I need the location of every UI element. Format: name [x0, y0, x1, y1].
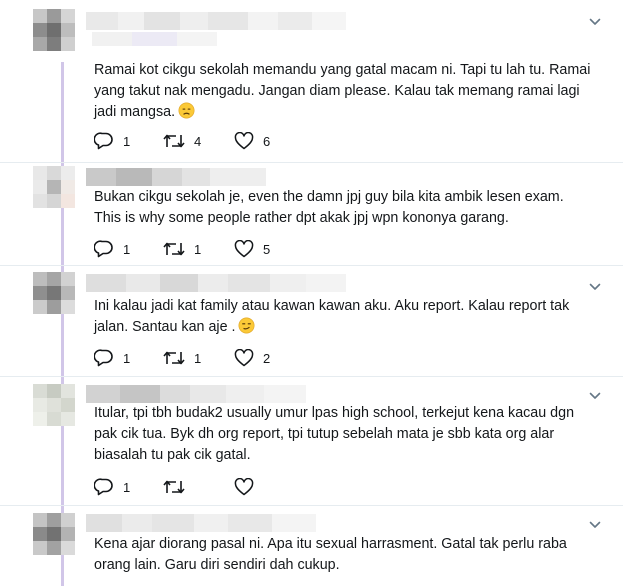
- reply-count: 1: [123, 133, 131, 149]
- reply-icon: [94, 349, 113, 367]
- tweet-actions: 1 1 5: [94, 238, 303, 260]
- author-name-blurred[interactable]: [86, 385, 306, 403]
- chevron-down-icon[interactable]: [589, 519, 601, 531]
- chevron-down-icon[interactable]: [589, 281, 601, 293]
- chevron-down-icon[interactable]: [589, 390, 601, 402]
- retweet-button[interactable]: 1: [163, 240, 204, 258]
- disappointed-face-emoji: [178, 102, 195, 119]
- tweet-text: Bukan cikgu sekolah je, even the damn jp…: [94, 187, 594, 229]
- reply-button[interactable]: 1: [94, 132, 133, 150]
- retweet-button[interactable]: 1: [163, 349, 204, 367]
- tweet-text: Ini kalau jadi kat family atau kawan kaw…: [94, 296, 594, 338]
- tweet-reply-2[interactable]: Bukan cikgu sekolah je, even the damn jp…: [0, 163, 623, 265]
- retweet-icon: [163, 351, 185, 365]
- tweet-actions: 1 4 6: [94, 130, 303, 152]
- tweet-text-content: Itular, tpi tbh budak2 usually umur lpas…: [94, 405, 575, 463]
- like-button[interactable]: 2: [234, 349, 273, 367]
- heart-icon: [234, 240, 254, 258]
- tweet-reply-1[interactable]: Ramai kot cikgu sekolah memandu yang gat…: [0, 0, 623, 162]
- reply-count: 1: [123, 241, 131, 257]
- reply-button[interactable]: 1: [94, 349, 133, 367]
- retweet-count: 4: [194, 133, 202, 149]
- reply-button[interactable]: 1: [94, 478, 133, 496]
- retweet-count: 1: [194, 350, 202, 366]
- tweet-text: Ramai kot cikgu sekolah memandu yang gat…: [94, 60, 594, 123]
- avatar-blurred[interactable]: [33, 9, 75, 51]
- like-count: 6: [263, 133, 271, 149]
- author-name-blurred[interactable]: [86, 12, 346, 30]
- heart-icon: [234, 132, 254, 150]
- retweet-icon: [163, 242, 185, 256]
- tweet-text-content: Kena ajar diorang pasal ni. Apa itu sexu…: [94, 536, 567, 573]
- retweet-icon: [163, 134, 185, 148]
- reply-icon: [94, 478, 113, 496]
- like-button[interactable]: 6: [234, 132, 273, 150]
- reply-icon: [94, 240, 113, 258]
- tweet-text: Kena ajar diorang pasal ni. Apa itu sexu…: [94, 534, 594, 576]
- like-button[interactable]: [234, 478, 273, 496]
- retweet-button[interactable]: [163, 478, 204, 496]
- like-button[interactable]: 5: [234, 240, 273, 258]
- reply-icon: [94, 132, 113, 150]
- tweet-actions: 1: [94, 476, 303, 498]
- tweet-reply-5[interactable]: Kena ajar diorang pasal ni. Apa itu sexu…: [0, 506, 623, 586]
- avatar-blurred[interactable]: [33, 166, 75, 208]
- retweet-count: 1: [194, 241, 202, 257]
- smirk-face-emoji: [238, 317, 255, 334]
- like-count: 5: [263, 241, 271, 257]
- author-name-blurred[interactable]: [86, 274, 346, 292]
- tweet-actions: 1 1 2: [94, 347, 303, 369]
- retweet-icon: [163, 480, 185, 494]
- author-handle-blurred: [92, 32, 217, 46]
- retweet-button[interactable]: 4: [163, 132, 204, 150]
- reply-count: 1: [123, 479, 131, 495]
- tweet-text-content: Ramai kot cikgu sekolah memandu yang gat…: [94, 62, 591, 120]
- avatar-blurred[interactable]: [33, 513, 75, 555]
- avatar-blurred[interactable]: [33, 272, 75, 314]
- reply-button[interactable]: 1: [94, 240, 133, 258]
- tweet-text-content: Ini kalau jadi kat family atau kawan kaw…: [94, 298, 570, 335]
- tweet-reply-3[interactable]: Ini kalau jadi kat family atau kawan kaw…: [0, 266, 623, 376]
- reply-count: 1: [123, 350, 131, 366]
- author-name-blurred[interactable]: [86, 514, 316, 532]
- chevron-down-icon[interactable]: [589, 16, 601, 28]
- heart-icon: [234, 478, 254, 496]
- tweet-reply-4[interactable]: Itular, tpi tbh budak2 usually umur lpas…: [0, 377, 623, 505]
- tweet-text-content: Bukan cikgu sekolah je, even the damn jp…: [94, 189, 564, 226]
- author-name-blurred[interactable]: [86, 168, 266, 186]
- heart-icon: [234, 349, 254, 367]
- avatar-blurred[interactable]: [33, 384, 75, 426]
- like-count: 2: [263, 350, 271, 366]
- tweet-text: Itular, tpi tbh budak2 usually umur lpas…: [94, 403, 594, 466]
